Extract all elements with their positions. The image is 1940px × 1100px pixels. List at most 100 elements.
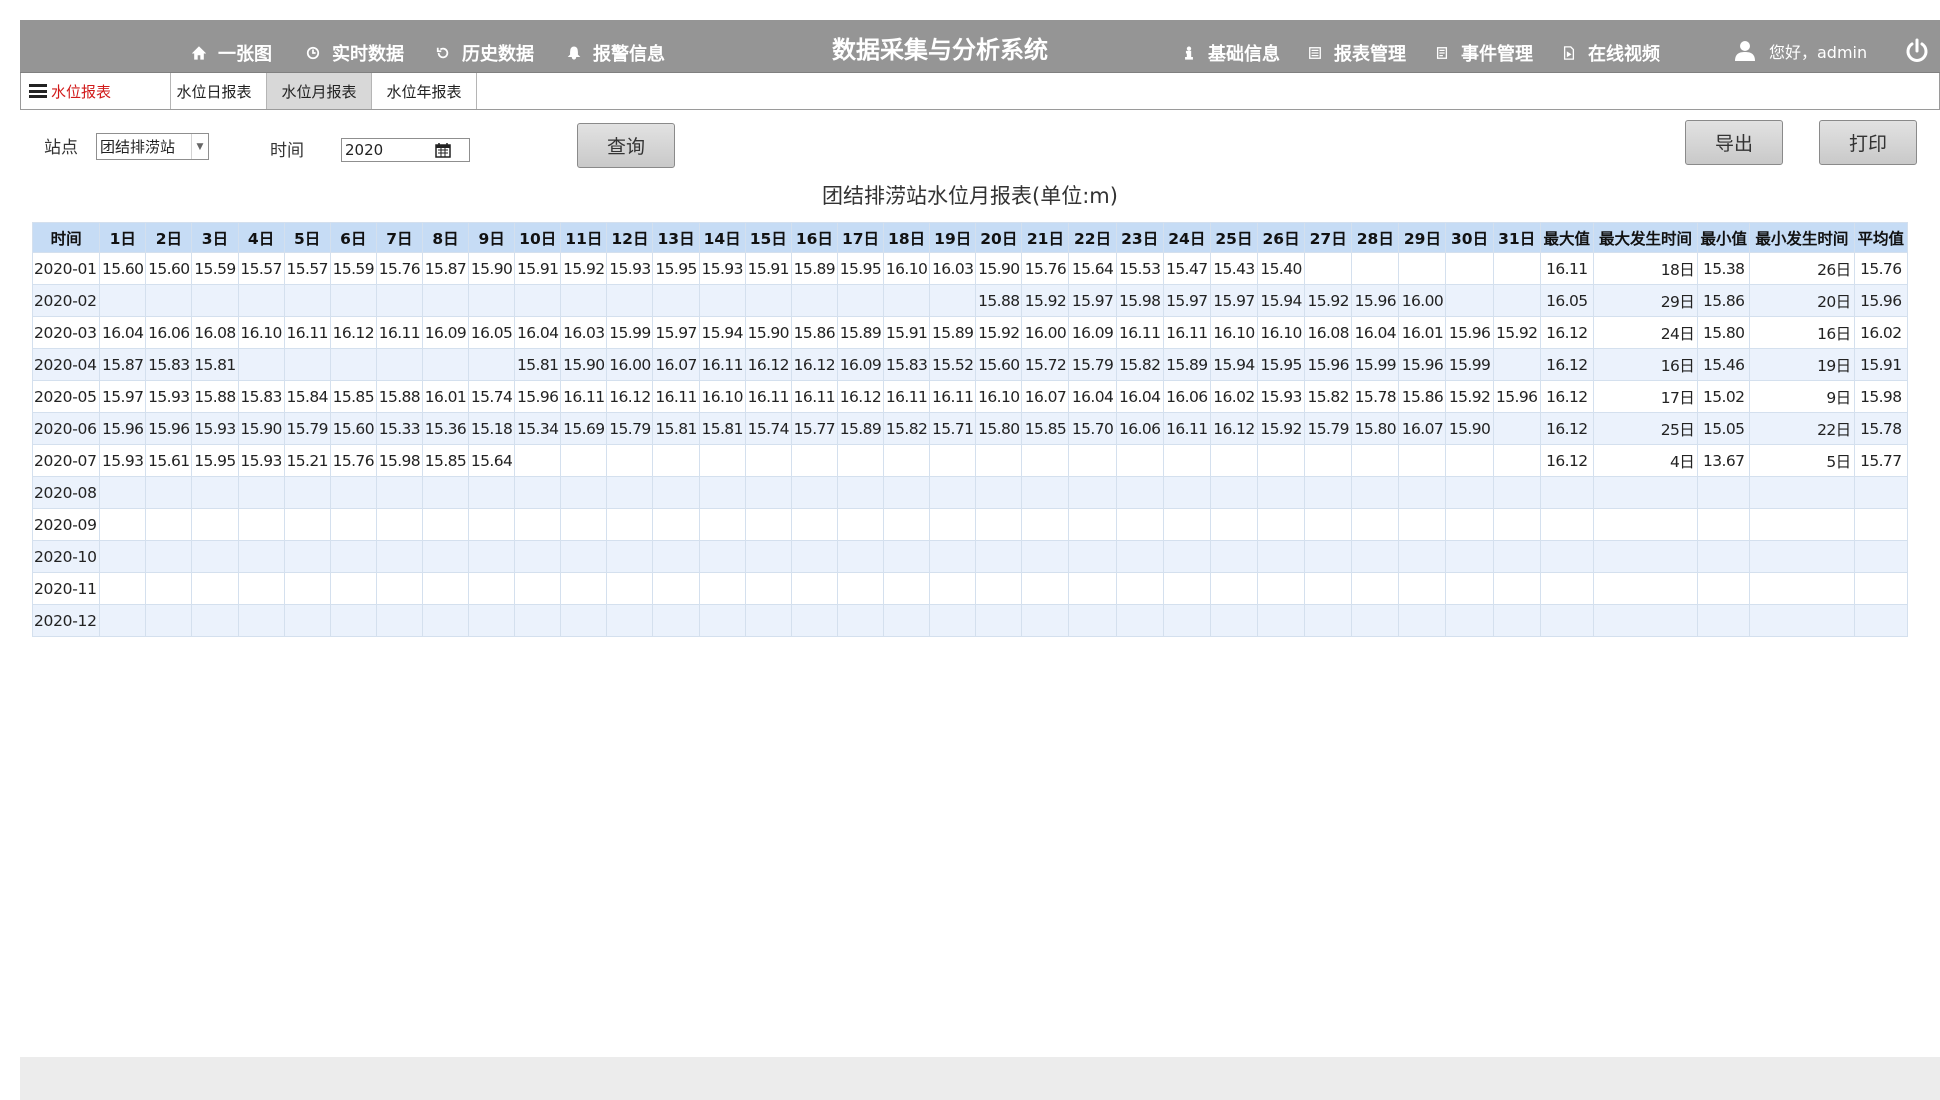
table-cell: 15.79 — [1068, 348, 1117, 381]
tab-strip: 水位报表 水位日报表 水位月报表 水位年报表 — [20, 73, 1940, 110]
nav-item-basic-info[interactable]: 基础信息 — [1180, 42, 1280, 65]
station-select[interactable]: 团结排涝站 ▼ — [96, 133, 209, 160]
table-cell: 15.95 — [836, 252, 885, 285]
table-cell — [1539, 604, 1594, 637]
home-icon — [190, 44, 208, 62]
table-cell — [1209, 476, 1258, 509]
table-cell — [560, 508, 608, 541]
tab-yearly-report[interactable]: 水位年报表 — [372, 73, 477, 109]
tab-monthly-report[interactable]: 水位月报表 — [267, 73, 372, 109]
table-cell — [514, 444, 562, 477]
calendar-icon[interactable] — [435, 142, 451, 158]
table-cell — [329, 284, 377, 317]
query-button[interactable]: 查询 — [577, 123, 675, 168]
table-cell — [1162, 572, 1211, 605]
table-cell — [836, 604, 885, 637]
table-header-cell: 25日 — [1209, 222, 1258, 253]
table-header-cell: 最大发生时间 — [1592, 222, 1699, 253]
power-button[interactable] — [1902, 36, 1932, 66]
table-cell — [514, 540, 562, 573]
table-cell: 16.10 — [975, 380, 1023, 413]
print-button[interactable]: 打印 — [1819, 120, 1917, 165]
info-icon — [1180, 44, 1198, 62]
table-header-cell: 31日 — [1492, 222, 1541, 253]
table-header-cell: 23日 — [1115, 222, 1164, 253]
nav-item-label: 历史数据 — [462, 44, 534, 65]
table-cell — [1697, 476, 1751, 509]
bell-icon — [565, 44, 583, 62]
table-cell: 13.67 — [1697, 444, 1751, 477]
nav-item-realtime[interactable]: 实时数据 — [304, 42, 404, 65]
table-cell — [698, 284, 746, 317]
table-header-cell: 1日 — [99, 222, 147, 253]
nav-item-events[interactable]: 事件管理 — [1433, 42, 1533, 65]
table-cell — [1492, 412, 1541, 445]
table-cell: 16.09 — [1068, 316, 1117, 349]
table-cell: 15.92 — [1492, 316, 1541, 349]
table-cell — [1749, 540, 1855, 573]
table-cell — [375, 508, 423, 541]
table-header-cell: 24日 — [1162, 222, 1211, 253]
tab-menu-label: 水位报表 — [51, 82, 112, 101]
table-cell — [836, 476, 885, 509]
table-cell — [1492, 604, 1541, 637]
row-month-cell: 2020-04 — [31, 348, 101, 381]
table-cell: 15.81 — [191, 348, 239, 381]
table-row: 2020-03 16.04 16.06 16.08 16.10 16.11 16.12 16.… — [31, 316, 1909, 349]
table-header-cell: 27日 — [1304, 222, 1353, 253]
table-header-cell: 14日 — [698, 222, 746, 253]
report-title: 团结排涝站水位月报表(单位:m) — [822, 184, 1118, 208]
table-cell: 15.95 — [652, 252, 700, 285]
table-cell — [1398, 476, 1447, 509]
table-cell — [145, 508, 193, 541]
table-cell — [1209, 572, 1258, 605]
nav-item-report[interactable]: 报表管理 — [1306, 42, 1406, 65]
table-cell: 15.90 — [744, 316, 792, 349]
table-cell: 15.76 — [1021, 252, 1070, 285]
table-cell — [1351, 508, 1400, 541]
table-cell: 16.04 — [99, 316, 147, 349]
table-cell — [652, 284, 700, 317]
table-cell — [560, 476, 608, 509]
table-header-cell: 19日 — [929, 222, 977, 253]
table-cell: 15.86 — [1398, 380, 1447, 413]
nav-item-history[interactable]: 历史数据 — [434, 42, 534, 65]
tab-menu-water-level-report[interactable]: 水位报表 — [21, 73, 171, 109]
table-cell — [1256, 444, 1306, 477]
year-input[interactable]: 2020 — [341, 138, 470, 162]
table-row: 2020-10 — [31, 540, 1909, 573]
nav-item-video[interactable]: 在线视频 — [1560, 42, 1660, 65]
table-header-cell: 3日 — [191, 222, 239, 253]
table-cell: 16.03 — [929, 252, 977, 285]
table-cell — [883, 508, 931, 541]
table-cell — [468, 476, 516, 509]
table-cell: 15.61 — [145, 444, 193, 477]
table-cell: 15.87 — [99, 348, 147, 381]
table-cell — [375, 604, 423, 637]
table-cell — [1398, 508, 1447, 541]
table-cell: 15.82 — [883, 412, 931, 445]
tab-daily-report[interactable]: 水位日报表 — [162, 73, 267, 109]
nav-item-alarm[interactable]: 报警信息 — [565, 42, 665, 65]
table-cell — [975, 572, 1023, 605]
table-cell — [1162, 540, 1211, 573]
table-cell — [883, 572, 931, 605]
table-cell: 16.10 — [1209, 316, 1258, 349]
table-cell — [883, 444, 931, 477]
row-month-cell: 2020-08 — [31, 476, 101, 509]
table-header-cell: 7日 — [375, 222, 423, 253]
nav-item-map[interactable]: 一张图 — [190, 42, 272, 65]
table-cell — [744, 540, 792, 573]
table-header-cell: 15日 — [744, 222, 792, 253]
table-cell: 16.12 — [606, 380, 654, 413]
table-cell — [929, 540, 977, 573]
table-header-cell: 6日 — [329, 222, 377, 253]
table-cell — [1398, 444, 1447, 477]
table-cell: 16.07 — [1398, 412, 1447, 445]
table-cell: 16.12 — [744, 348, 792, 381]
table-cell: 16.12 — [1539, 316, 1594, 349]
user-info[interactable]: 您好，admin — [1733, 37, 1867, 65]
export-button[interactable]: 导出 — [1685, 120, 1783, 165]
table-cell: 15.86 — [1697, 284, 1751, 317]
table-cell — [514, 284, 562, 317]
